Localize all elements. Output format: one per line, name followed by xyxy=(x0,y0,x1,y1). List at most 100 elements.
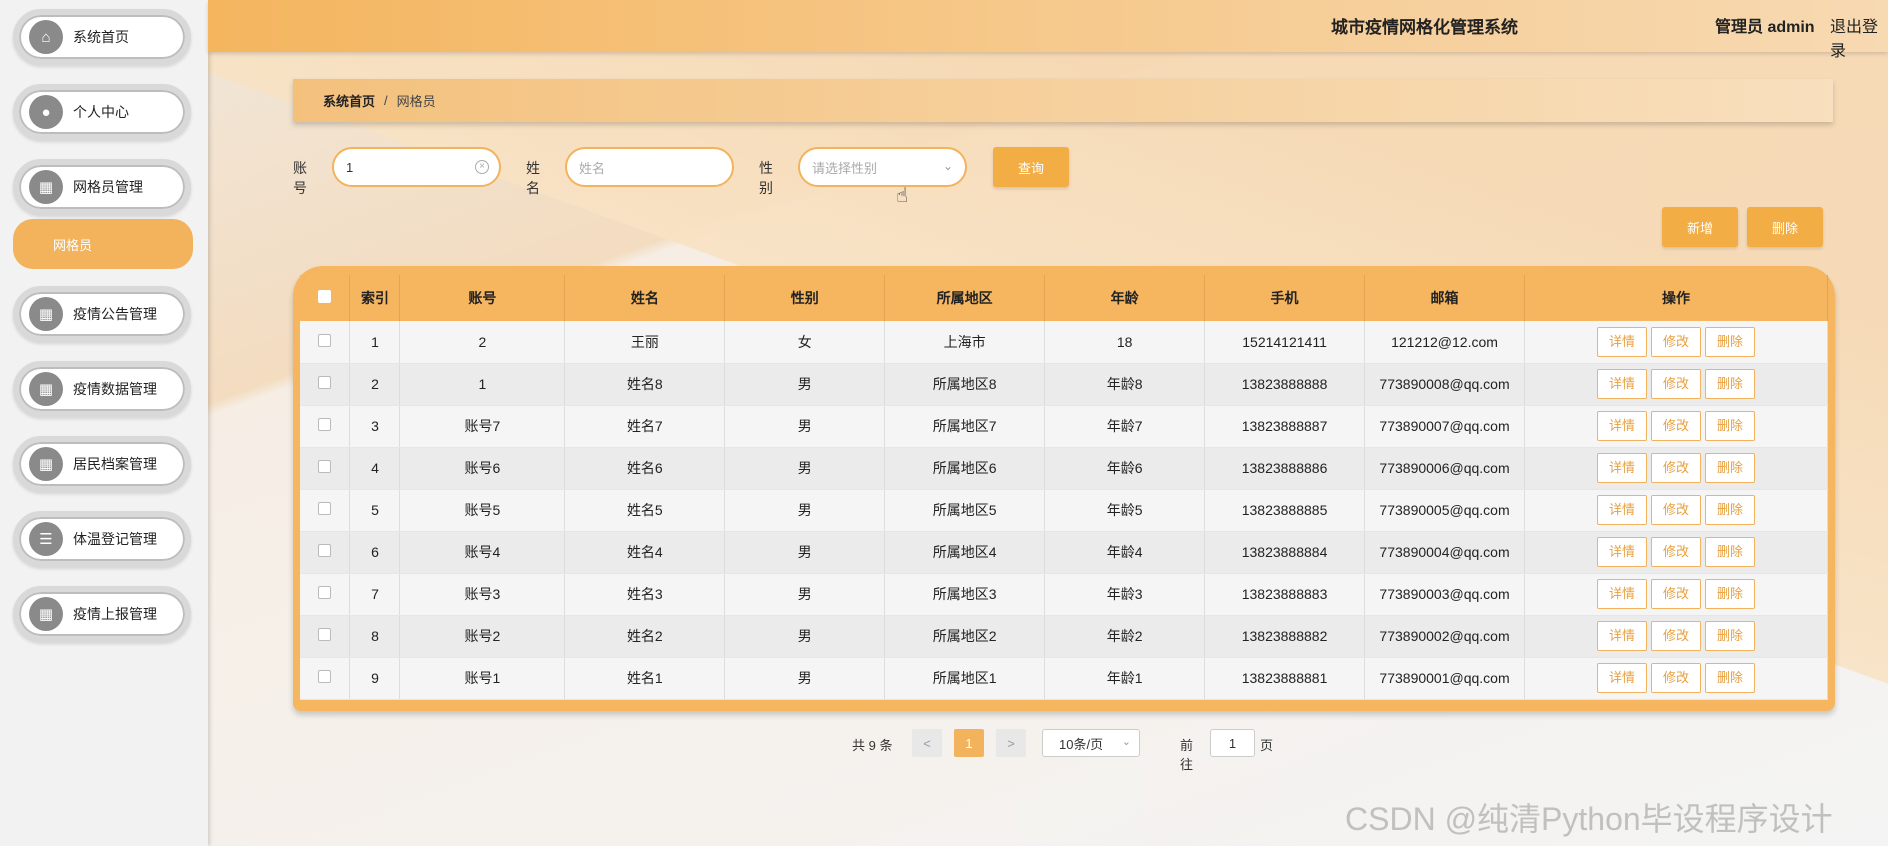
batch-delete-button[interactable]: 删除 xyxy=(1747,207,1823,247)
row-checkbox[interactable] xyxy=(318,460,332,473)
edit-button[interactable]: 修改 xyxy=(1651,621,1701,651)
detail-button[interactable]: 详情 xyxy=(1597,495,1647,525)
add-button[interactable]: 新增 xyxy=(1662,207,1738,247)
row-select-cell xyxy=(300,657,351,700)
delete-button[interactable]: 删除 xyxy=(1705,453,1755,483)
table-cell: 所属地区3 xyxy=(884,573,1046,616)
edit-button[interactable]: 修改 xyxy=(1651,369,1701,399)
table-cell: 6 xyxy=(349,531,401,574)
row-actions-cell: 详情 修改 删除 xyxy=(1524,489,1828,532)
table-cell: 年龄6 xyxy=(1044,447,1206,490)
detail-button[interactable]: 详情 xyxy=(1597,326,1647,357)
table-row: 8 账号2 姓名2 男所属地区2 年龄2 13823888882 773890002@qq.… xyxy=(300,615,1828,658)
row-actions-cell: 详情 修改 删除 xyxy=(1524,615,1828,658)
grid-icon: ▦ xyxy=(29,597,63,631)
detail-button[interactable]: 详情 xyxy=(1597,663,1647,693)
table-cell: 所属地区2 xyxy=(884,615,1046,658)
table-cell: 1 xyxy=(399,363,566,406)
edit-button[interactable]: 修改 xyxy=(1651,495,1701,525)
sidebar-item-label: 疫情数据管理 xyxy=(73,381,157,397)
grid-icon: ▦ xyxy=(29,297,63,331)
page-size-select[interactable]: 10条/页 ⌄ xyxy=(1042,729,1140,757)
row-checkbox[interactable] xyxy=(318,376,332,389)
sidebar-item-announcement[interactable]: ▦ 疫情公告管理 xyxy=(13,286,191,342)
edit-button[interactable]: 修改 xyxy=(1651,663,1701,693)
edit-button[interactable]: 修改 xyxy=(1651,411,1701,441)
edit-button[interactable]: 修改 xyxy=(1651,579,1701,609)
sidebar-item-profile[interactable]: ● 个人中心 xyxy=(13,84,191,140)
detail-button[interactable]: 详情 xyxy=(1597,579,1647,609)
goto-page-input[interactable]: 1 xyxy=(1210,729,1255,757)
prev-page-button[interactable]: < xyxy=(912,729,942,757)
table-cell: 13823888884 xyxy=(1204,531,1366,574)
detail-button[interactable]: 详情 xyxy=(1597,411,1647,441)
row-checkbox[interactable] xyxy=(318,544,332,557)
row-actions-cell: 详情 修改 删除 xyxy=(1524,573,1828,616)
table-cell: 9 xyxy=(349,657,401,700)
row-checkbox[interactable] xyxy=(318,670,332,683)
logout-link[interactable]: 退出登录 xyxy=(1830,13,1888,61)
sidebar-subitem-grid-staff[interactable]: 网格员 xyxy=(13,219,193,269)
table-cell: 773890008@qq.com xyxy=(1364,363,1526,406)
sidebar-item-grid-staff[interactable]: ▦ 网格员管理 xyxy=(13,159,191,215)
row-select-cell xyxy=(300,573,351,616)
query-button[interactable]: 查询 xyxy=(993,147,1069,187)
delete-button[interactable]: 删除 xyxy=(1705,621,1755,651)
sidebar-item-label: 个人中心 xyxy=(73,104,129,120)
table-cell: 3 xyxy=(349,405,401,448)
table-row: 3 账号7 姓名7 男所属地区7 年龄7 13823888887 773890007@qq.… xyxy=(300,405,1828,448)
grid-icon: ▦ xyxy=(29,447,63,481)
account-label: 账号 xyxy=(293,160,307,196)
home-icon: ⌂ xyxy=(29,20,63,54)
detail-button[interactable]: 详情 xyxy=(1597,537,1647,567)
table-cell: 5 xyxy=(349,489,401,532)
detail-button[interactable]: 详情 xyxy=(1597,369,1647,399)
row-checkbox[interactable] xyxy=(318,586,332,599)
delete-button[interactable]: 删除 xyxy=(1705,537,1755,567)
table-cell: 男 xyxy=(724,447,886,490)
sidebar-item-temperature[interactable]: ☰ 体温登记管理 xyxy=(13,511,191,567)
sidebar-item-epidemic-data[interactable]: ▦ 疫情数据管理 xyxy=(13,361,191,417)
delete-button[interactable]: 删除 xyxy=(1705,326,1755,357)
table-cell: 男 xyxy=(724,489,886,532)
row-checkbox[interactable] xyxy=(318,628,332,641)
table-row: 9 账号1 姓名1 男所属地区1 年龄1 13823888881 773890001@qq.… xyxy=(300,657,1828,700)
row-checkbox[interactable] xyxy=(318,333,332,347)
edit-button[interactable]: 修改 xyxy=(1651,453,1701,483)
sidebar-item-home[interactable]: ⌂ 系统首页 xyxy=(13,9,191,65)
delete-button[interactable]: 删除 xyxy=(1705,411,1755,441)
page-number-button[interactable]: 1 xyxy=(954,729,984,757)
row-actions-cell: 详情 修改 删除 xyxy=(1524,363,1828,406)
row-select-cell xyxy=(300,447,351,490)
name-input[interactable]: 姓名 xyxy=(565,147,734,187)
delete-button[interactable]: 删除 xyxy=(1705,579,1755,609)
sidebar-item-resident-archive[interactable]: ▦ 居民档案管理 xyxy=(13,436,191,492)
sidebar-item-report[interactable]: ▦ 疫情上报管理 xyxy=(13,586,191,642)
table-cell: 4 xyxy=(349,447,401,490)
table-cell: 姓名8 xyxy=(564,363,726,406)
table-cell: 13823888881 xyxy=(1204,657,1366,700)
delete-button[interactable]: 删除 xyxy=(1705,369,1755,399)
clear-icon[interactable]: × xyxy=(475,160,489,174)
edit-button[interactable]: 修改 xyxy=(1651,537,1701,567)
table-cell: 账号7 xyxy=(399,405,566,448)
page-size-value: 10条/页 xyxy=(1059,736,1104,752)
table-cell: 所属地区4 xyxy=(884,531,1046,574)
breadcrumb-home[interactable]: 系统首页 xyxy=(323,91,375,110)
detail-button[interactable]: 详情 xyxy=(1597,621,1647,651)
delete-button[interactable]: 删除 xyxy=(1705,495,1755,525)
row-checkbox[interactable] xyxy=(318,502,332,515)
table-cell: 姓名6 xyxy=(564,447,726,490)
page-suffix-label: 页 xyxy=(1260,738,1274,753)
table-cell: 773890002@qq.com xyxy=(1364,615,1526,658)
delete-button[interactable]: 删除 xyxy=(1705,663,1755,693)
gender-select[interactable]: 请选择性别 ⌄ xyxy=(798,147,967,187)
detail-button[interactable]: 详情 xyxy=(1597,453,1647,483)
table-row: 7 账号3 姓名3 男所属地区3 年龄3 13823888883 773890003@qq.… xyxy=(300,573,1828,616)
account-input[interactable]: 1 × xyxy=(332,147,501,187)
row-checkbox[interactable] xyxy=(318,418,332,431)
next-page-button[interactable]: > xyxy=(996,729,1026,757)
select-all-checkbox[interactable] xyxy=(318,290,332,303)
edit-button[interactable]: 修改 xyxy=(1651,326,1701,357)
table-cell: 男 xyxy=(724,405,886,448)
